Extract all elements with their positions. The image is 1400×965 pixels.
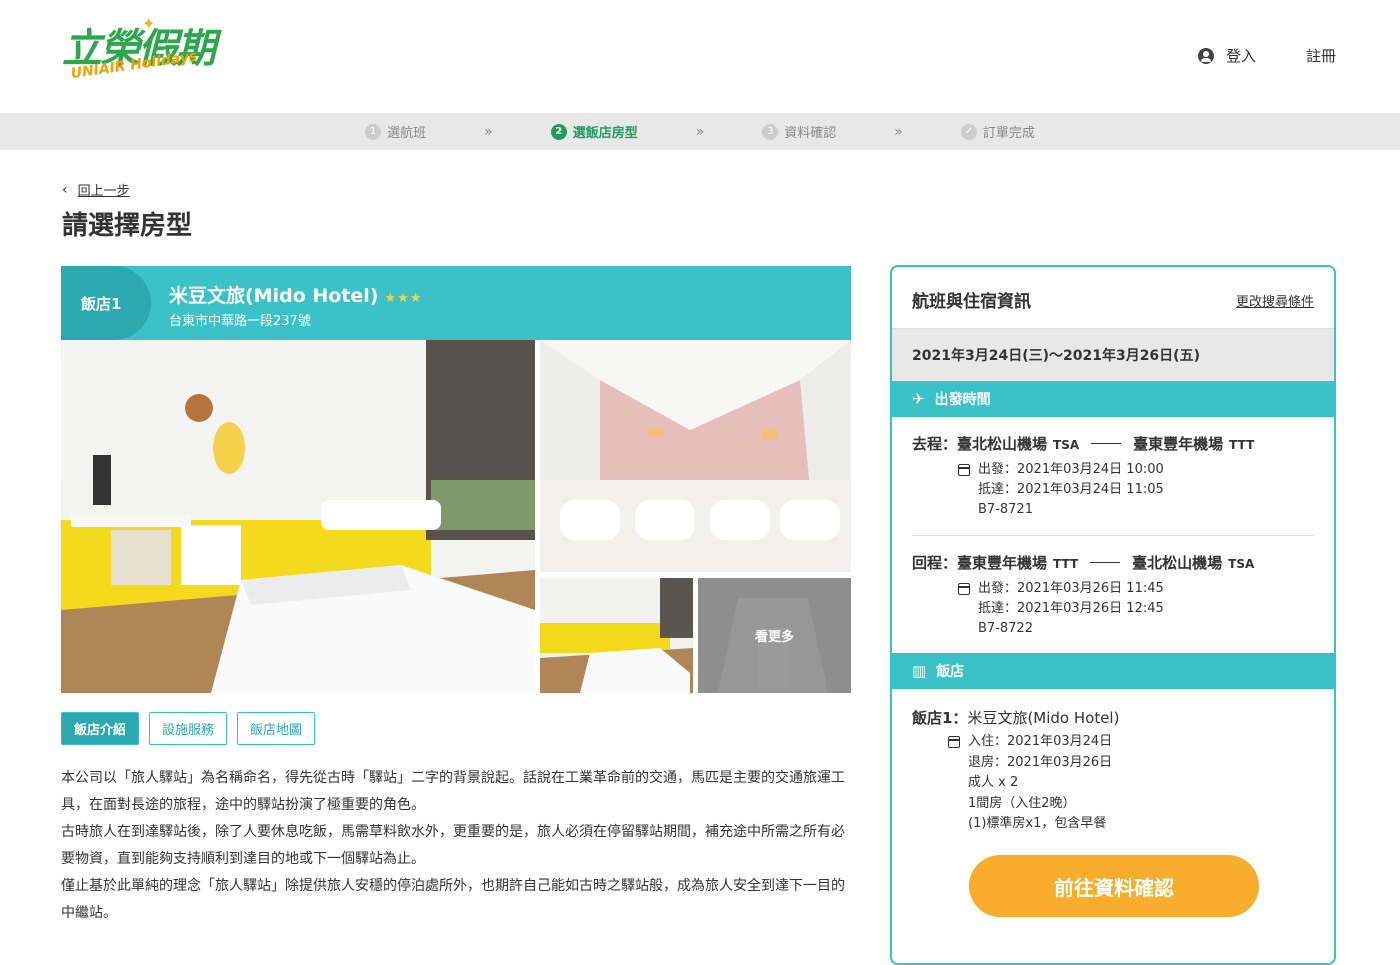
checkout-date: 退房：2021年03月26日: [968, 754, 1113, 770]
chevron-double-right-icon: »: [695, 123, 705, 140]
hotel-photo-3[interactable]: [540, 578, 693, 693]
departure-row: 出發：2021年03月26日 11:45: [958, 579, 1314, 599]
description-paragraph: 僅止基於此單純的理念「旅人驛站」除提供旅人安穩的停泊處所外，也期許自己能如古時之…: [61, 878, 845, 921]
back-link-row[interactable]: ‹ 回上一步: [62, 180, 130, 200]
hotel-summary-label: 飯店1：: [912, 709, 968, 727]
star-rating-icon: ★★★: [384, 291, 423, 306]
tab-hotel-map[interactable]: 飯店地圖: [237, 712, 316, 745]
tab-hotel-intro[interactable]: 飯店介紹: [61, 712, 140, 745]
arrival-time: 抵達：2021年03月26日 12:45: [978, 601, 1164, 616]
chevron-double-right-icon: »: [484, 123, 493, 140]
hotel-header: 飯店1 米豆文旅(Mido Hotel) ★★★ 台東市中華路一段237號: [61, 266, 851, 340]
building-icon: ▥: [912, 662, 927, 680]
step-number: 3: [762, 123, 779, 140]
flight-section-bar: ✈ 出發時間: [892, 381, 1334, 417]
step-select-flight: 1 選航班: [365, 122, 426, 141]
hotel-tabs: 飯店介紹 設施服務 飯店地圖: [61, 712, 325, 745]
hotel-summary: 飯店1：米豆文旅(Mido Hotel) 入住：2021年03月24日 退房：2…: [892, 689, 1334, 835]
checkin-date: 入住：2021年03月24日: [968, 734, 1113, 749]
login-link[interactable]: 登入: [1226, 45, 1256, 66]
chevron-left-icon: ‹: [62, 181, 68, 198]
step-label: 選航班: [387, 126, 427, 141]
summary-header: 航班與住宿資訊 更改搜尋條件: [892, 267, 1334, 329]
tab-facilities[interactable]: 設施服務: [149, 712, 228, 745]
chevron-double-right-icon: »: [894, 123, 903, 140]
departure-time: 出發：2021年03月24日 10:00: [978, 462, 1164, 477]
hotel-name: 米豆文旅(Mido Hotel): [169, 285, 379, 307]
auth-links: 登入 註冊: [1197, 45, 1336, 66]
hotel-summary-title: 飯店1：米豆文旅(Mido Hotel): [912, 707, 1314, 728]
outbound-flight: 去程： 臺北松山機場 TSA 臺東豐年機場 TTT 出發：2021年03月24日…: [892, 417, 1334, 535]
step-select-room: 2 選飯店房型: [550, 122, 638, 141]
origin-code: TTT: [1053, 557, 1079, 571]
departure-row: 出發：2021年03月24日 10:00: [958, 460, 1314, 480]
origin-code: TSA: [1053, 438, 1080, 452]
flight-section-title: 出發時間: [934, 392, 991, 408]
proceed-to-confirm-button[interactable]: 前往資料確認: [969, 855, 1259, 917]
step-label: 選飯店房型: [572, 126, 638, 141]
flight-direction: 回程：: [912, 554, 958, 572]
description-paragraph: 古時旅人在到達驛站後，除了人要休息吃飯，馬需草料飲水外，更重要的是，旅人必須在停…: [61, 824, 845, 867]
edit-search-link[interactable]: 更改搜尋條件: [1236, 291, 1314, 310]
flight-details: 出發：2021年03月26日 11:45 抵達：2021年03月26日 12:4…: [958, 579, 1314, 639]
check-icon: ✓: [960, 123, 977, 140]
flight-details: 出發：2021年03月24日 10:00 抵達：2021年03月24日 11:0…: [958, 460, 1314, 520]
return-flight: 回程： 臺東豐年機場 TTT 臺北松山機場 TSA 出發：2021年03月26日…: [912, 535, 1314, 653]
room-count: 1間房（入住2晚）: [968, 795, 1076, 811]
arrival-time: 抵達：2021年03月24日 11:05: [978, 482, 1164, 497]
booking-summary-panel: 航班與住宿資訊 更改搜尋條件 2021年3月24日(三)～2021年3月26日(…: [890, 265, 1336, 965]
hotel-description: 本公司以「旅人驛站」為名稱命名，得先從古時「驛站」二字的背景說起。話說在工業革命…: [61, 765, 853, 927]
flight-number: B7-8721: [978, 502, 1033, 517]
hotel-photo-main[interactable]: [61, 340, 535, 693]
hotel-badge: 飯店1: [61, 266, 151, 340]
guest-count: 成人 x 2: [968, 775, 1019, 790]
trip-dates: 2021年3月24日(三)～2021年3月26日(五): [892, 329, 1334, 381]
step-number: 1: [365, 123, 382, 140]
see-more-button[interactable]: 看更多: [698, 578, 851, 693]
origin-airport: 臺東豐年機場: [957, 554, 1048, 572]
register-link[interactable]: 註冊: [1306, 45, 1336, 66]
step-number: 2: [550, 123, 567, 140]
logo-star-icon: ✦: [142, 14, 156, 33]
hotel-summary-details: 入住：2021年03月24日 退房：2021年03月26日 成人 x 2 1間房…: [948, 732, 1314, 835]
flight-number: B7-8722: [978, 621, 1033, 636]
description-paragraph: 本公司以「旅人驛站」為名稱命名，得先從古時「驛站」二字的背景說起。話說在工業革命…: [61, 770, 845, 813]
hotel-section-bar: ▥ 飯店: [892, 653, 1334, 689]
hotel-section-title: 飯店: [936, 664, 965, 680]
departure-time: 出發：2021年03月26日 11:45: [978, 581, 1164, 596]
flight-route: 回程： 臺東豐年機場 TTT 臺北松山機場 TSA: [912, 552, 1314, 573]
calendar-icon: [958, 464, 970, 476]
user-icon: [1197, 47, 1214, 64]
step-label: 訂單完成: [982, 126, 1035, 141]
hotel-address: 台東市中華路一段237號: [169, 314, 311, 329]
page-title: 請選擇房型: [62, 211, 193, 241]
uniair-holidays-logo[interactable]: 立榮假期 ✦ UNIAIR Holidays: [62, 14, 222, 96]
step-label: 資料確認: [784, 126, 837, 141]
hotel-name-row: 米豆文旅(Mido Hotel) ★★★: [169, 281, 422, 308]
calendar-icon: [958, 583, 970, 595]
step-confirm-info: 3 資料確認: [762, 122, 836, 141]
hotel-summary-name: 米豆文旅(Mido Hotel): [967, 709, 1120, 727]
flight-route: 去程： 臺北松山機場 TSA 臺東豐年機場 TTT: [912, 433, 1314, 454]
room-type: (1)標準房x1，包含早餐: [968, 816, 1107, 831]
booking-steps: 1 選航班 » 2 選飯店房型 » 3 資料確認 » ✓ 訂單完成: [0, 113, 1400, 150]
airplane-icon: ✈: [912, 390, 925, 408]
flight-direction: 去程：: [912, 435, 958, 453]
site-header: 立榮假期 ✦ UNIAIR Holidays 登入 註冊: [0, 0, 1400, 113]
hotel-photo-2[interactable]: [540, 340, 851, 572]
summary-title: 航班與住宿資訊: [912, 292, 1031, 312]
hotel-photo-more[interactable]: 看更多: [698, 578, 851, 693]
calendar-icon: [948, 736, 960, 749]
destination-airport: 臺北松山機場: [1132, 554, 1223, 572]
hotel-photo-gallery: 看更多: [61, 340, 851, 693]
step-order-complete: ✓ 訂單完成: [960, 122, 1035, 141]
destination-code: TTT: [1229, 438, 1255, 452]
route-line: [1090, 562, 1121, 563]
origin-airport: 臺北松山機場: [957, 435, 1048, 453]
destination-code: TSA: [1228, 557, 1255, 571]
checkin-row: 入住：2021年03月24日: [948, 732, 1314, 753]
back-link[interactable]: 回上一步: [78, 180, 130, 199]
destination-airport: 臺東豐年機場: [1133, 435, 1224, 453]
route-line: [1091, 443, 1122, 444]
